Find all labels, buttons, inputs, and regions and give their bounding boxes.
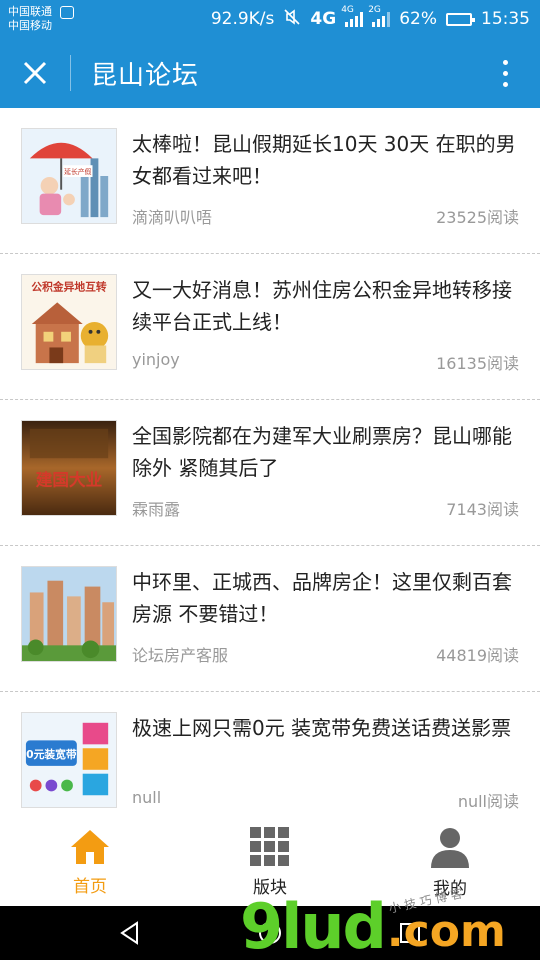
post-read-count: 44819阅读 <box>436 646 519 665</box>
tab-sections[interactable]: 版块 <box>180 818 360 906</box>
list-item[interactable]: 延长产假 太棒啦！昆山假期延长10天 30天 在职的男女都看过来吧！ 滴滴叭叭唔… <box>0 108 540 254</box>
list-item[interactable]: 中环里、正城西、品牌房企！这里仅剩百套房源 不要错过！ 论坛房产客服 44819… <box>0 546 540 692</box>
signal-icon-1: 4G <box>341 5 364 27</box>
thumb-text: 延长产假 <box>64 167 92 176</box>
post-title: 极速上网只需0元 装宽带免费送话费送影票 <box>132 716 512 740</box>
tab-home[interactable]: 首页 <box>0 818 180 906</box>
home-circle-icon <box>259 922 281 944</box>
post-thumbnail <box>21 566 117 662</box>
post-thumbnail: 0元装宽带 <box>21 712 117 808</box>
post-list: 延长产假 太棒啦！昆山假期延长10天 30天 在职的男女都看过来吧！ 滴滴叭叭唔… <box>0 108 540 818</box>
post-title: 太棒啦！昆山假期延长10天 30天 在职的男女都看过来吧！ <box>132 132 516 188</box>
home-icon <box>71 829 109 864</box>
tab-profile-label: 我的 <box>433 878 467 899</box>
post-author: yinjoy <box>132 350 180 369</box>
post-author: null <box>132 788 162 807</box>
battery-percent: 62% <box>399 9 437 29</box>
signal-icon-2: 2G <box>368 5 391 27</box>
user-icon <box>431 827 469 868</box>
close-icon <box>23 61 47 85</box>
post-author: 论坛房产客服 <box>132 646 229 665</box>
battery-icon <box>446 12 475 26</box>
more-menu-button[interactable] <box>470 38 540 108</box>
more-vertical-icon <box>502 59 508 65</box>
post-author: 滴滴叭叭唔 <box>132 208 213 227</box>
header-divider <box>70 55 71 91</box>
status-bar: 中国联通 中国移动 92.9K/s 4G 4G 2G 62% 15:35 <box>0 0 540 38</box>
post-title: 中环里、正城西、品牌房企！这里仅剩百套房源 不要错过！ <box>132 570 512 626</box>
net-speed: 92.9K/s <box>210 9 275 29</box>
post-thumbnail: 公积金异地互转 <box>21 274 117 370</box>
list-item[interactable]: 公积金异地互转 又一大好消息！苏州住房公积金异地转移接续平台正式上线！ yinj… <box>0 254 540 400</box>
tab-home-label: 首页 <box>73 876 107 897</box>
signal-1-tag: 4G <box>341 5 354 15</box>
signal-2-tag: 2G <box>368 5 381 15</box>
nav-recents-button[interactable] <box>380 906 440 960</box>
post-read-count: 7143阅读 <box>446 500 519 519</box>
close-button[interactable] <box>0 38 70 108</box>
nav-home-button[interactable] <box>240 906 300 960</box>
app-header: 昆山论坛 <box>0 38 540 108</box>
post-thumbnail: 建国大业 <box>21 420 117 516</box>
grid-icon <box>250 826 289 866</box>
notification-icon <box>60 5 74 19</box>
thumb-text: 0元装宽带 <box>26 748 77 761</box>
system-nav-bar <box>0 906 540 960</box>
post-author: 霖雨露 <box>132 500 181 519</box>
thumb-text: 建国大业 <box>36 470 103 490</box>
carrier-info: 中国联通 中国移动 <box>8 5 74 33</box>
carrier-2: 中国移动 <box>8 19 52 32</box>
tab-profile[interactable]: 我的 <box>360 818 540 906</box>
mute-icon <box>283 8 301 31</box>
thumb-text: 公积金异地互转 <box>31 281 107 294</box>
recents-square-icon <box>400 923 420 943</box>
post-read-count: 23525阅读 <box>436 208 519 227</box>
post-thumbnail: 延长产假 <box>21 128 117 224</box>
list-item[interactable]: 0元装宽带 极速上网只需0元 装宽带免费送话费送影票 null null阅读 <box>0 692 540 818</box>
network-4g-label: 4G <box>310 9 337 29</box>
tab-sections-label: 版块 <box>253 877 287 898</box>
page-title: 昆山论坛 <box>91 60 200 91</box>
clock: 15:35 <box>481 9 530 29</box>
list-item[interactable]: 建国大业 全国影院都在为建军大业刷票房？昆山哪能除外 紧随其后了 霖雨露 714… <box>0 400 540 546</box>
post-title: 全国影院都在为建军大业刷票房？昆山哪能除外 紧随其后了 <box>132 424 512 480</box>
back-triangle-icon <box>120 921 138 945</box>
carrier-1: 中国联通 <box>8 5 52 18</box>
post-read-count: null阅读 <box>457 792 519 811</box>
bottom-tab-bar: 首页 版块 我的 <box>0 818 540 906</box>
post-read-count: 16135阅读 <box>436 354 519 373</box>
nav-back-button[interactable] <box>100 906 160 960</box>
post-title: 又一大好消息！苏州住房公积金异地转移接续平台正式上线！ <box>132 278 512 334</box>
